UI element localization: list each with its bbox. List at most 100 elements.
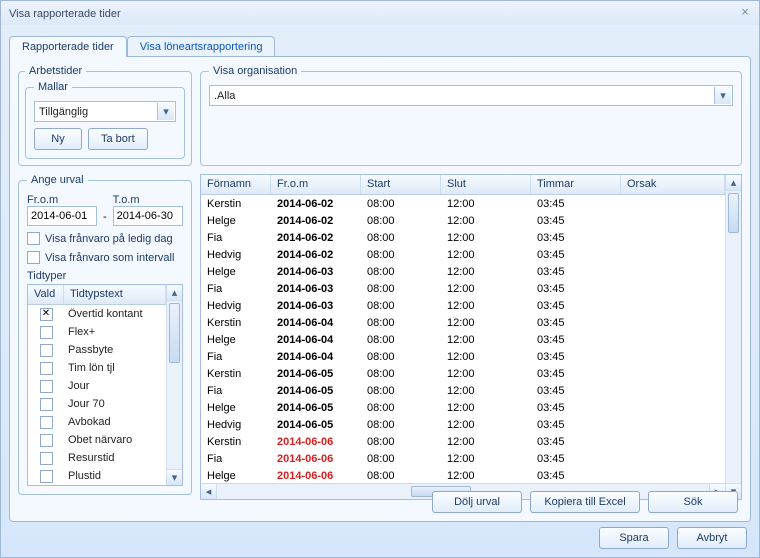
tidtyper-scrollbar[interactable]: ▴ ▾ xyxy=(166,285,182,485)
scroll-down-icon[interactable]: ▾ xyxy=(167,469,182,485)
sok-button[interactable]: Sök xyxy=(648,491,738,513)
tidtyper-text: Jour xyxy=(64,380,166,392)
table-cell: 03:45 xyxy=(531,385,621,397)
table-cell: 03:45 xyxy=(531,368,621,380)
grid-vertical-scrollbar[interactable]: ▴ ▾ xyxy=(725,175,741,499)
table-row[interactable]: Helge2014-06-0608:0012:0003:45 xyxy=(201,467,725,483)
table-cell: 08:00 xyxy=(361,419,441,431)
checkbox-row-intervall[interactable]: Visa frånvaro som intervall xyxy=(27,251,183,264)
tidtyper-row[interactable]: Passbyte xyxy=(28,341,166,359)
table-cell: 08:00 xyxy=(361,385,441,397)
tidtyper-row[interactable]: Plustid xyxy=(28,467,166,485)
tidtyper-row[interactable]: Avbokad xyxy=(28,413,166,431)
table-row[interactable]: Kerstin2014-06-0208:0012:0003:45 xyxy=(201,195,725,212)
tidtyper-checkbox[interactable] xyxy=(40,470,53,483)
scrollbar-thumb[interactable] xyxy=(169,303,180,363)
tidtyper-row[interactable]: Resurstid xyxy=(28,449,166,467)
date-separator: - xyxy=(103,198,107,223)
spara-button[interactable]: Spara xyxy=(599,527,669,549)
grid-header-cell[interactable]: Orsak xyxy=(621,175,725,194)
table-cell: Kerstin xyxy=(201,368,271,380)
tidtyper-header-vald[interactable]: Vald xyxy=(28,285,64,304)
table-row[interactable]: Helge2014-06-0208:0012:0003:45 xyxy=(201,212,725,229)
table-row[interactable]: Kerstin2014-06-0608:0012:0003:45 xyxy=(201,433,725,450)
table-cell: 2014-06-04 xyxy=(271,317,361,329)
table-row[interactable]: Fia2014-06-0508:0012:0003:45 xyxy=(201,382,725,399)
mallar-select[interactable]: Tillgänglig ▾ xyxy=(34,101,176,122)
grid-header-cell[interactable]: Slut xyxy=(441,175,531,194)
table-row[interactable]: Helge2014-06-0308:0012:0003:45 xyxy=(201,263,725,280)
table-row[interactable]: Kerstin2014-06-0508:0012:0003:45 xyxy=(201,365,725,382)
table-row[interactable]: Hedvig2014-06-0308:0012:0003:45 xyxy=(201,297,725,314)
tidtyper-checkbox[interactable] xyxy=(40,398,53,411)
table-row[interactable]: Fia2014-06-0408:0012:0003:45 xyxy=(201,348,725,365)
tidtyper-row[interactable]: Obet närvaro xyxy=(28,431,166,449)
tidtyper-row[interactable]: Flex+ xyxy=(28,323,166,341)
table-cell: 03:45 xyxy=(531,198,621,210)
checkbox-intervall[interactable] xyxy=(27,251,40,264)
tidtyper-checkbox[interactable] xyxy=(40,416,53,429)
organisation-select[interactable]: .Alla ▾ xyxy=(209,85,733,106)
tidtyper-text: Avbokad xyxy=(64,416,166,428)
tab-visa-loneartsrapportering[interactable]: Visa löneartsrapportering xyxy=(127,36,276,57)
table-row[interactable]: Kerstin2014-06-0408:0012:0003:45 xyxy=(201,314,725,331)
ta-bort-button[interactable]: Ta bort xyxy=(88,128,148,150)
tab-rapporterade-tider[interactable]: Rapporterade tider xyxy=(9,36,127,57)
grid-header-cell[interactable]: Förnamn xyxy=(201,175,271,194)
scroll-up-icon[interactable]: ▴ xyxy=(726,175,741,191)
table-cell: 03:45 xyxy=(531,283,621,295)
table-cell: Kerstin xyxy=(201,317,271,329)
tidtyper-header-text[interactable]: Tidtypstext xyxy=(64,285,166,304)
tidtyper-checkbox[interactable] xyxy=(40,380,53,393)
scrollbar-thumb[interactable] xyxy=(728,193,739,233)
table-cell: 12:00 xyxy=(441,419,531,431)
tidtyper-checkbox[interactable]: ✕ xyxy=(40,308,53,321)
ny-button[interactable]: Ny xyxy=(34,128,82,150)
table-row[interactable]: Hedvig2014-06-0508:0012:0003:45 xyxy=(201,416,725,433)
checkbox-row-ledig[interactable]: Visa frånvaro på ledig dag xyxy=(27,232,183,245)
table-cell: 08:00 xyxy=(361,266,441,278)
tidtyper-text: Flex+ xyxy=(64,326,166,338)
table-cell: 12:00 xyxy=(441,436,531,448)
to-date-input[interactable] xyxy=(113,206,183,226)
table-cell: Hedvig xyxy=(201,419,271,431)
scroll-left-icon[interactable]: ◂ xyxy=(201,484,217,499)
sheet-footer-buttons: Dölj urval Kopiera till Excel Sök xyxy=(432,491,738,513)
tidtyper-checkbox[interactable] xyxy=(40,344,53,357)
table-row[interactable]: Fia2014-06-0608:0012:0003:45 xyxy=(201,450,725,467)
table-row[interactable]: Fia2014-06-0208:0012:0003:45 xyxy=(201,229,725,246)
table-row[interactable]: Helge2014-06-0508:0012:0003:45 xyxy=(201,399,725,416)
tidtyper-row[interactable]: Jour 70 xyxy=(28,395,166,413)
scroll-up-icon[interactable]: ▴ xyxy=(167,285,182,301)
table-cell: 12:00 xyxy=(441,249,531,261)
tidtyper-row[interactable]: ✕Övertid kontant xyxy=(28,305,166,323)
table-cell: 08:00 xyxy=(361,317,441,329)
grid-header-cell[interactable]: Timmar xyxy=(531,175,621,194)
tidtyper-text: Tim lön tjl xyxy=(64,362,166,374)
table-row[interactable]: Hedvig2014-06-0208:0012:0003:45 xyxy=(201,246,725,263)
avbryt-button[interactable]: Avbryt xyxy=(677,527,747,549)
dolj-urval-button[interactable]: Dölj urval xyxy=(432,491,522,513)
grid-header-cell[interactable]: Fr.o.m xyxy=(271,175,361,194)
dialog-window: Visa rapporterade tider × Rapporterade t… xyxy=(0,0,760,558)
close-icon[interactable]: × xyxy=(737,5,753,21)
tidtyper-checkbox[interactable] xyxy=(40,362,53,375)
tidtyper-row[interactable]: Jour xyxy=(28,377,166,395)
table-cell: Helge xyxy=(201,402,271,414)
checkbox-ledig[interactable] xyxy=(27,232,40,245)
tidtyper-checkbox[interactable] xyxy=(40,326,53,339)
table-cell: 12:00 xyxy=(441,198,531,210)
tidtyper-text: Plustid xyxy=(64,470,166,482)
from-date-input[interactable] xyxy=(27,206,97,226)
tidtyper-checkbox[interactable] xyxy=(40,434,53,447)
tidtyper-checkbox[interactable] xyxy=(40,452,53,465)
table-cell: 12:00 xyxy=(441,215,531,227)
table-row[interactable]: Helge2014-06-0408:0012:0003:45 xyxy=(201,331,725,348)
tidtyper-row[interactable]: Tim lön tjl xyxy=(28,359,166,377)
table-cell: 12:00 xyxy=(441,266,531,278)
table-cell: 03:45 xyxy=(531,402,621,414)
kopiera-excel-button[interactable]: Kopiera till Excel xyxy=(530,491,640,513)
dialog-footer-buttons: Spara Avbryt xyxy=(599,527,747,549)
grid-header-cell[interactable]: Start xyxy=(361,175,441,194)
table-row[interactable]: Fia2014-06-0308:0012:0003:45 xyxy=(201,280,725,297)
